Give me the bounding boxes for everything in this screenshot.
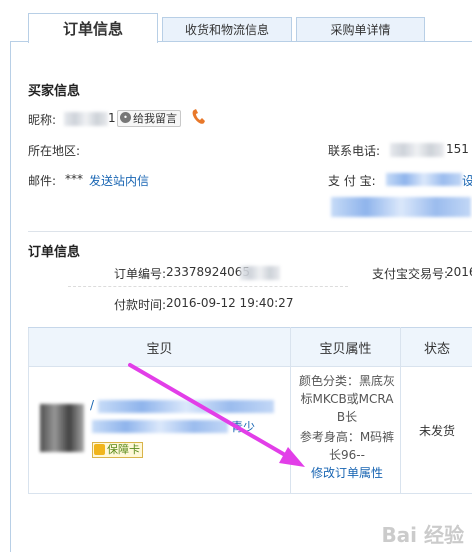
watermark-logo: Bai 经验 — [381, 523, 464, 547]
tab-order-info[interactable]: 订单信息 — [28, 13, 158, 43]
annotation-arrow — [128, 363, 305, 467]
